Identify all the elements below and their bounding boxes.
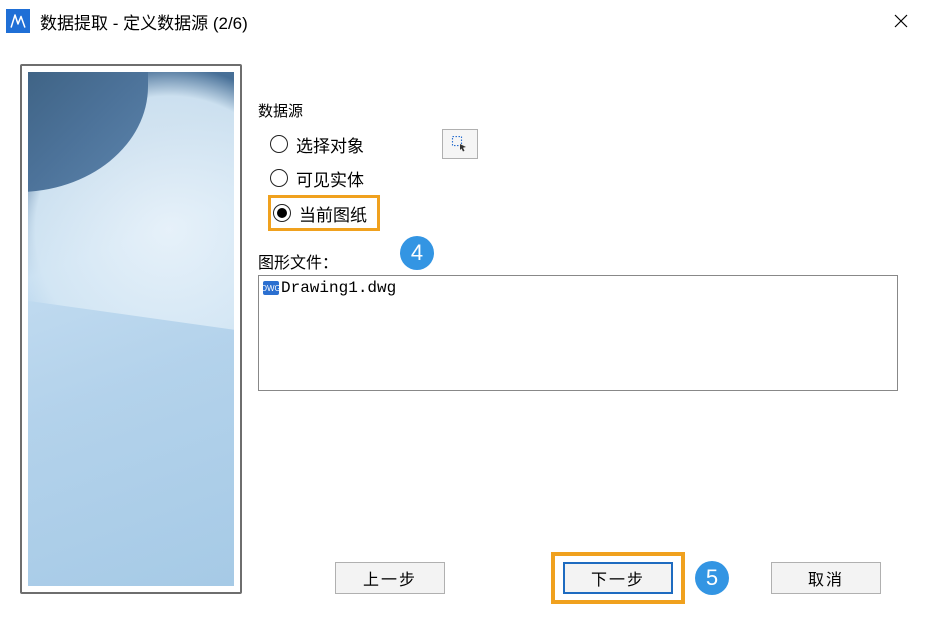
app-icon [6, 9, 30, 33]
dialog-footer: 上一步 下一步 5 取消 [242, 552, 905, 604]
radio-icon [270, 169, 288, 187]
form-pane: 数据源 选择对象 可见实体 当前图纸 4 [242, 58, 905, 642]
file-name: Drawing1.dwg [281, 279, 396, 297]
prev-button[interactable]: 上一步 [335, 562, 445, 594]
radio-label-visible-entities: 可见实体 [296, 166, 364, 191]
radio-icon-checked [273, 204, 291, 222]
preview-image [28, 72, 234, 586]
radio-label-select-objects: 选择对象 [296, 132, 364, 157]
drawing-files-list[interactable]: DWG Drawing1.dwg [258, 275, 898, 391]
next-button[interactable]: 下一步 [563, 562, 673, 594]
close-button[interactable] [877, 0, 925, 42]
drawing-files-label: 图形文件： [258, 249, 905, 273]
datasource-radio-group: 选择对象 可见实体 当前图纸 [258, 127, 905, 231]
radio-row-select-objects[interactable]: 选择对象 [270, 127, 905, 161]
cancel-button[interactable]: 取消 [771, 562, 881, 594]
callout-badge-5: 5 [695, 561, 729, 595]
preview-frame [20, 64, 242, 594]
datasource-group-label: 数据源 [258, 100, 905, 121]
titlebar: 数据提取 - 定义数据源 (2/6) [0, 0, 925, 42]
callout-badge-4: 4 [400, 236, 434, 270]
preview-pane [20, 64, 242, 642]
radio-icon [270, 135, 288, 153]
selection-icon [451, 135, 469, 153]
close-icon [894, 14, 908, 28]
list-item[interactable]: DWG Drawing1.dwg [263, 278, 893, 298]
radio-row-visible-entities[interactable]: 可见实体 [270, 161, 905, 195]
radio-label-current-drawing: 当前图纸 [299, 201, 367, 226]
window-title: 数据提取 - 定义数据源 (2/6) [40, 9, 877, 34]
select-objects-button[interactable] [442, 129, 478, 159]
next-button-highlight: 下一步 [551, 552, 685, 604]
radio-row-current-drawing[interactable]: 当前图纸 [268, 195, 380, 231]
dialog-body: 数据源 选择对象 可见实体 当前图纸 4 [0, 42, 925, 642]
dwg-file-icon: DWG [263, 281, 279, 295]
